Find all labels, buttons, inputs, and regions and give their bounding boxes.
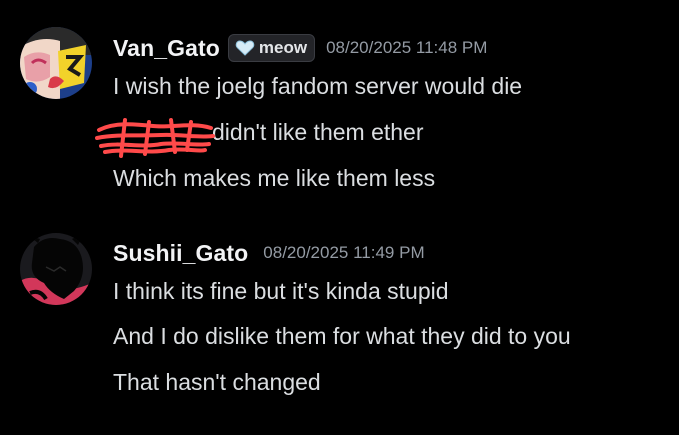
message-header: Sushii_Gato 08/20/2025 11:49 PM [113,238,425,268]
timestamp[interactable]: 08/20/2025 11:49 PM [263,243,424,263]
message-group-sushii-gato: Sushii_Gato 08/20/2025 11:49 PM I think … [0,0,679,435]
message-text: And I do dislike them for what they did … [113,323,571,349]
username[interactable]: Sushii_Gato [113,240,248,267]
avatar-image-sushii-gato [20,233,92,305]
message-text: That hasn't changed [113,369,321,395]
message-text: I think its fine but it's kinda stupid [113,278,449,304]
avatar[interactable] [20,233,92,305]
